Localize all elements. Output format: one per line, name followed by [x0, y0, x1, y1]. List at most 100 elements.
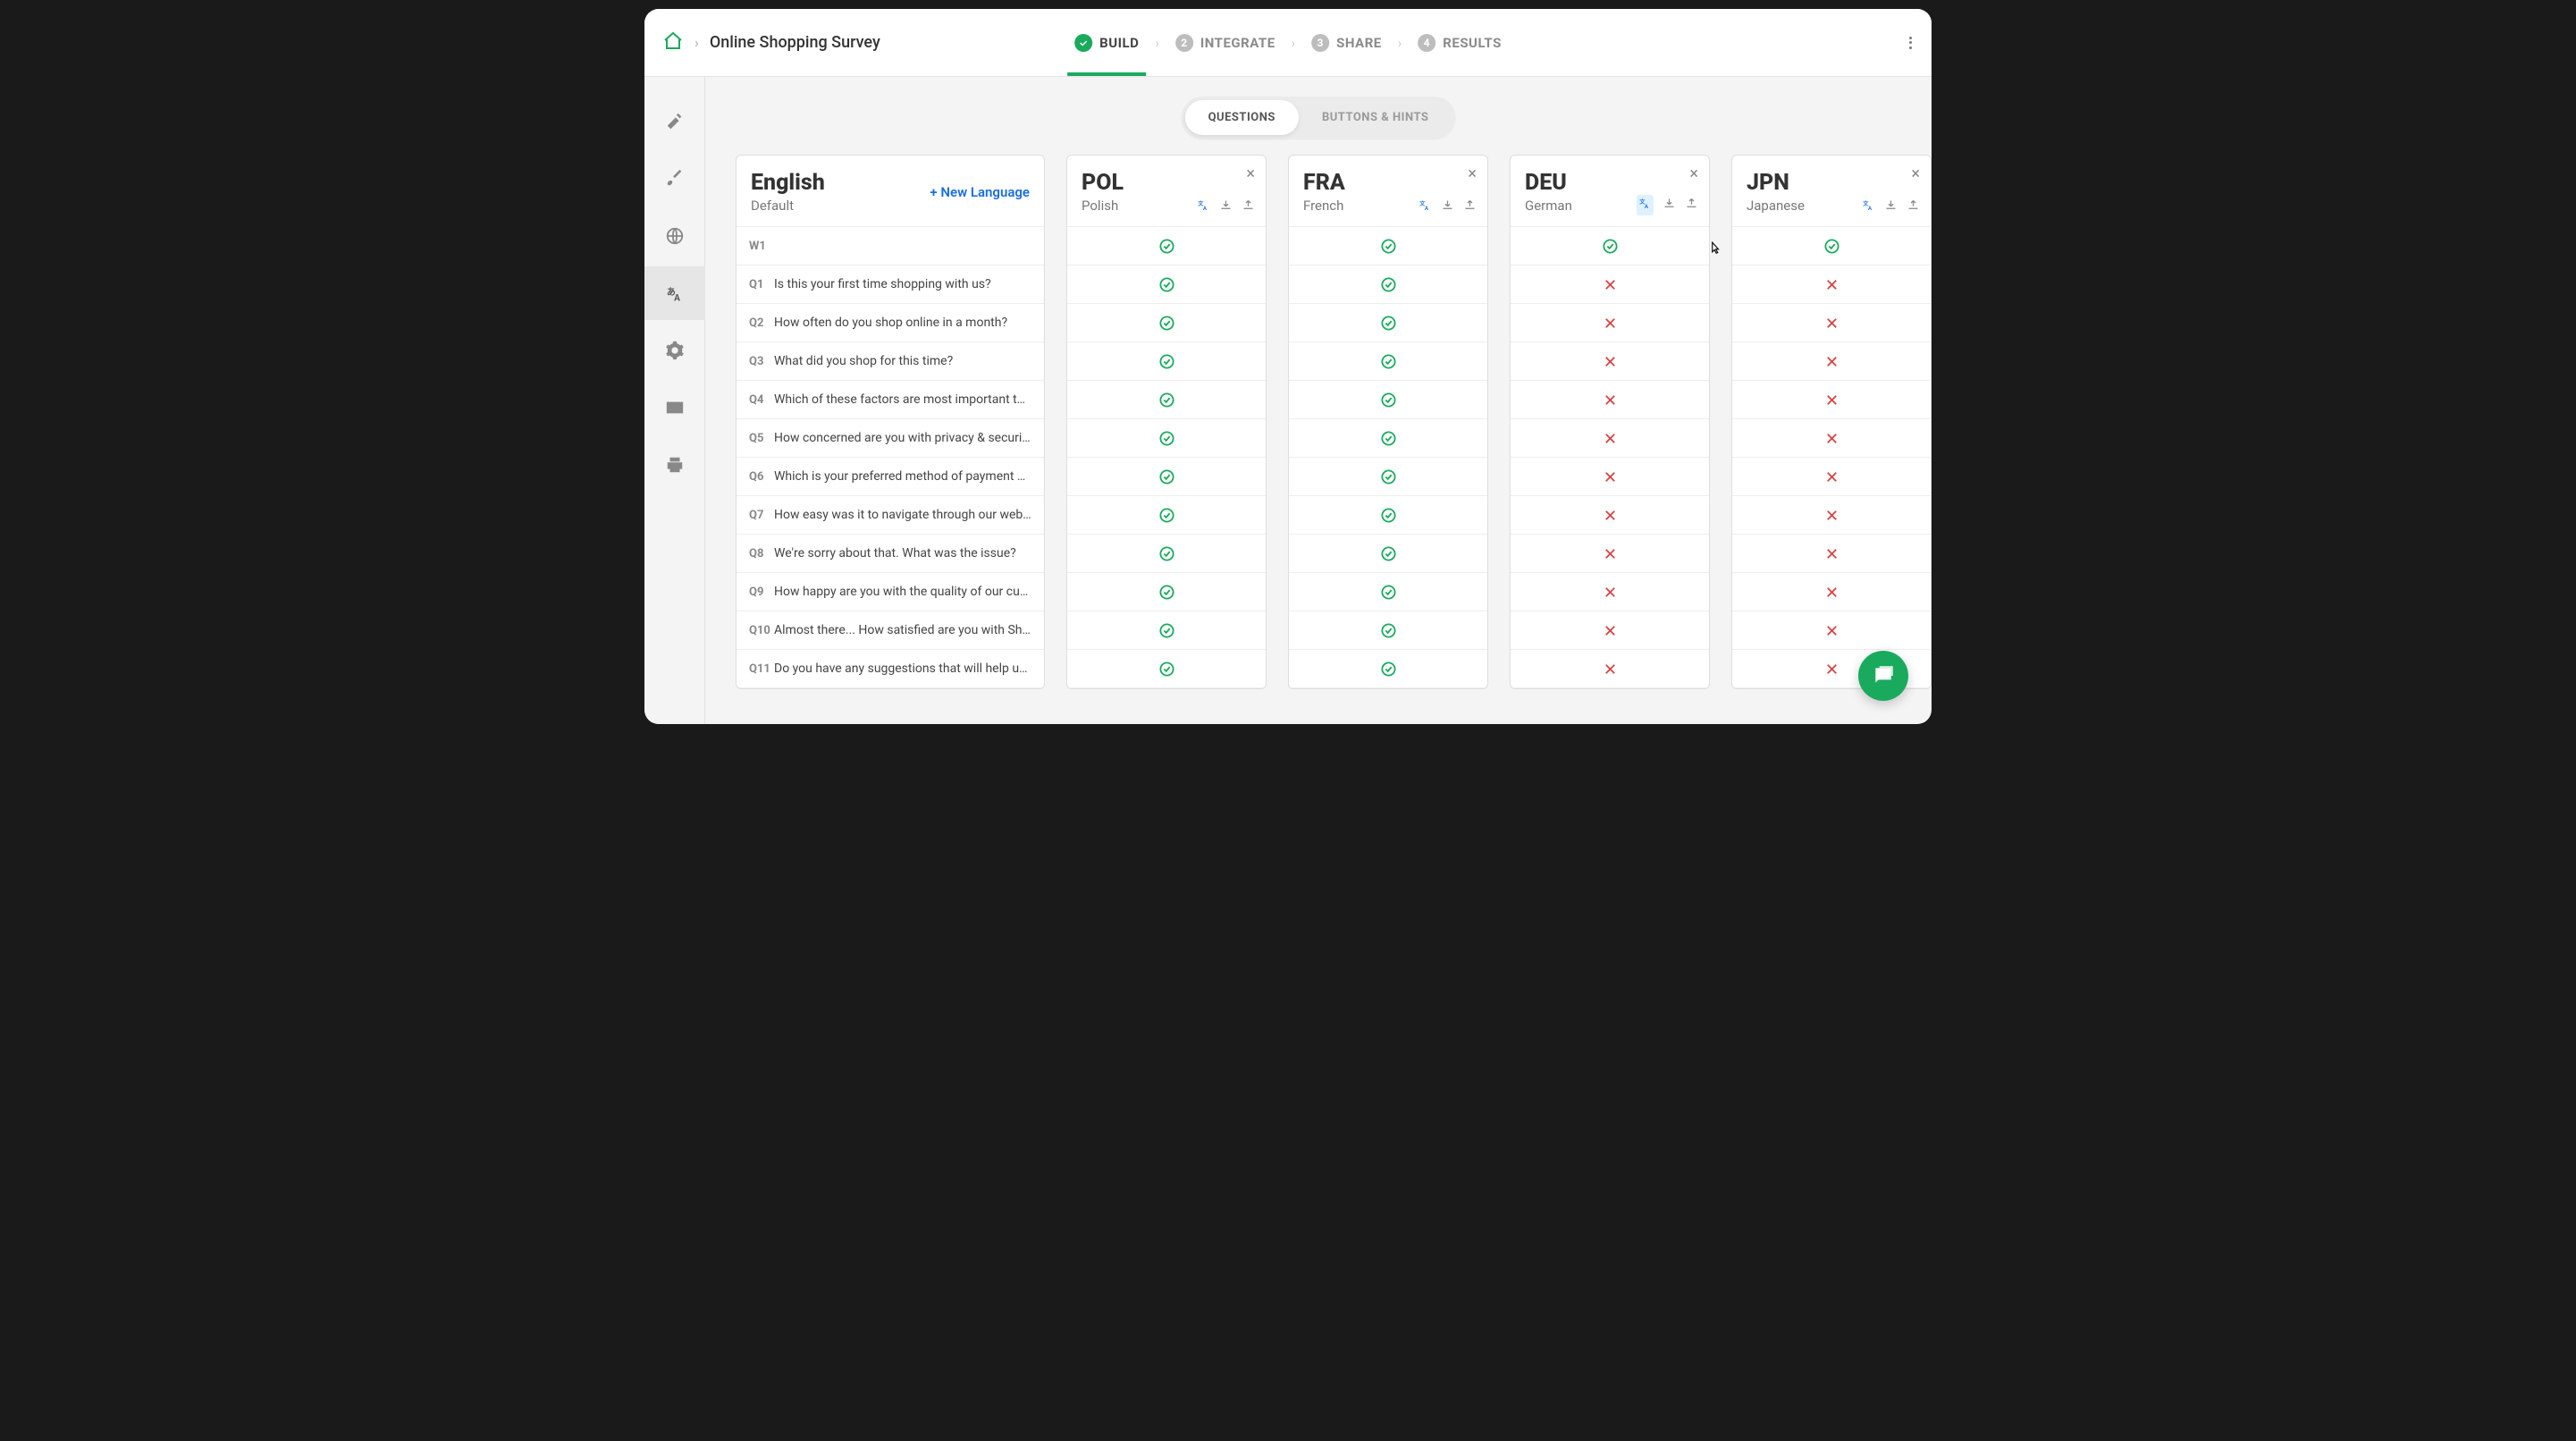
translation-status-cell[interactable]	[1511, 304, 1709, 342]
translation-status-cell[interactable]	[1289, 381, 1487, 419]
translate-icon[interactable]: 文A	[1637, 195, 1654, 215]
translation-status-cell[interactable]	[1289, 650, 1487, 688]
question-row[interactable]: Q4Which of these factors are most import…	[737, 381, 1044, 419]
question-row[interactable]: Q9How happy are you with the quality of …	[737, 573, 1044, 611]
question-row[interactable]: Q5How concerned are you with privacy & s…	[737, 419, 1044, 458]
translation-status-cell[interactable]	[1511, 227, 1709, 265]
upload-icon[interactable]	[1685, 197, 1698, 214]
translation-status-cell[interactable]	[1732, 265, 1931, 304]
download-icon[interactable]	[1441, 198, 1454, 215]
translation-status-cell[interactable]	[1511, 458, 1709, 496]
upload-icon[interactable]	[1907, 198, 1920, 215]
translation-status-cell[interactable]	[1289, 265, 1487, 304]
translation-status-cell[interactable]	[1289, 535, 1487, 573]
translation-status-cell[interactable]	[1289, 304, 1487, 342]
translation-status-cell[interactable]	[1732, 458, 1931, 496]
question-row[interactable]: Q8We're sorry about that. What was the i…	[737, 535, 1044, 573]
translation-status-cell[interactable]	[1511, 265, 1709, 304]
question-row[interactable]: Q2How often do you shop online in a mont…	[737, 304, 1044, 342]
translation-status-cell[interactable]	[1067, 650, 1266, 688]
translation-status-cell[interactable]	[1511, 496, 1709, 535]
chat-fab[interactable]	[1858, 651, 1908, 701]
translation-status-cell[interactable]	[1511, 381, 1709, 419]
svg-text:A: A	[1425, 205, 1429, 212]
translation-status-cell[interactable]	[1511, 535, 1709, 573]
subtab-questions[interactable]: QUESTIONS	[1185, 100, 1299, 135]
question-text: Which of these factors are most importan…	[774, 392, 1031, 407]
column-pol: POL Polish × 文A	[1066, 155, 1267, 689]
question-row[interactable]: Q7How easy was it to navigate through ou…	[737, 496, 1044, 535]
translation-status-cell[interactable]	[1732, 342, 1931, 381]
translation-status-cell[interactable]	[1732, 227, 1931, 265]
step-share[interactable]: 3 SHARE	[1304, 9, 1389, 76]
translation-status-cell[interactable]	[1732, 381, 1931, 419]
question-key: Q9	[749, 586, 774, 599]
step-results[interactable]: 4 RESULTS	[1410, 9, 1509, 76]
close-icon[interactable]: ×	[1911, 164, 1920, 183]
sidebar-item-mail[interactable]	[644, 381, 705, 434]
sidebar-item-translate[interactable]: あA	[644, 266, 705, 320]
close-icon[interactable]: ×	[1468, 164, 1477, 183]
upload-icon[interactable]	[1463, 198, 1477, 215]
home-icon[interactable]	[662, 30, 684, 55]
translation-status-cell[interactable]	[1511, 342, 1709, 381]
translation-status-cell[interactable]	[1289, 419, 1487, 458]
translation-status-cell[interactable]	[1067, 458, 1266, 496]
svg-text:A: A	[1645, 203, 1649, 210]
translation-status-cell[interactable]	[1732, 535, 1931, 573]
question-row[interactable]: Q1Is this your first time shopping with …	[737, 265, 1044, 304]
step-integrate[interactable]: 2 INTEGRATE	[1168, 9, 1283, 76]
translation-status-cell[interactable]	[1067, 304, 1266, 342]
translation-status-cell[interactable]	[1067, 496, 1266, 535]
translation-status-cell[interactable]	[1289, 611, 1487, 650]
language-code: DEU	[1525, 170, 1695, 196]
close-icon[interactable]: ×	[1689, 164, 1698, 183]
translation-status-cell[interactable]	[1067, 227, 1266, 265]
translation-status-cell[interactable]	[1289, 227, 1487, 265]
sidebar-item-settings[interactable]	[644, 324, 705, 377]
question-row[interactable]: Q11Do you have any suggestions that will…	[737, 650, 1044, 688]
translate-icon[interactable]: 文A	[1418, 198, 1432, 215]
step-build[interactable]: BUILD	[1067, 9, 1146, 76]
question-row[interactable]: Q6Which is your preferred method of paym…	[737, 458, 1044, 496]
close-icon[interactable]: ×	[1246, 164, 1255, 183]
language-code: POL	[1082, 170, 1251, 196]
sidebar-item-print[interactable]	[644, 438, 705, 492]
question-row[interactable]: Q3What did you shop for this time?	[737, 342, 1044, 381]
translate-icon[interactable]: 文A	[1862, 198, 1875, 215]
translation-status-cell[interactable]	[1732, 611, 1931, 650]
translation-status-cell[interactable]	[1289, 458, 1487, 496]
translation-status-cell[interactable]	[1289, 496, 1487, 535]
more-options-icon[interactable]	[1909, 34, 1912, 51]
translation-status-cell[interactable]	[1289, 342, 1487, 381]
translation-status-cell[interactable]	[1067, 342, 1266, 381]
translate-icon[interactable]: 文A	[1197, 198, 1210, 215]
upload-icon[interactable]	[1242, 198, 1255, 215]
translation-status-cell[interactable]	[1511, 419, 1709, 458]
new-language-button[interactable]: + New Language	[930, 184, 1030, 200]
translation-status-cell[interactable]	[1732, 304, 1931, 342]
body: あA QUESTIONS BUTTONS & HINTS	[644, 77, 1932, 724]
translation-status-cell[interactable]	[1067, 419, 1266, 458]
translation-status-cell[interactable]	[1067, 265, 1266, 304]
download-icon[interactable]	[1663, 197, 1676, 214]
subtab-buttons-hints[interactable]: BUTTONS & HINTS	[1299, 100, 1452, 135]
translation-status-cell[interactable]	[1732, 573, 1931, 611]
translation-status-cell[interactable]	[1511, 650, 1709, 688]
translation-status-cell[interactable]	[1067, 573, 1266, 611]
translation-status-cell[interactable]	[1067, 535, 1266, 573]
question-row[interactable]: Q10Almost there... How satisfied are you…	[737, 611, 1044, 650]
question-row[interactable]: W1	[737, 227, 1044, 265]
translation-status-cell[interactable]	[1732, 419, 1931, 458]
sidebar-item-paint[interactable]	[644, 152, 705, 206]
sidebar-item-edit[interactable]	[644, 95, 705, 148]
sidebar-item-globe[interactable]	[644, 209, 705, 263]
translation-status-cell[interactable]	[1511, 573, 1709, 611]
download-icon[interactable]	[1884, 198, 1898, 215]
download-icon[interactable]	[1219, 198, 1233, 215]
translation-status-cell[interactable]	[1067, 611, 1266, 650]
translation-status-cell[interactable]	[1289, 573, 1487, 611]
translation-status-cell[interactable]	[1511, 611, 1709, 650]
translation-status-cell[interactable]	[1067, 381, 1266, 419]
translation-status-cell[interactable]	[1732, 496, 1931, 535]
